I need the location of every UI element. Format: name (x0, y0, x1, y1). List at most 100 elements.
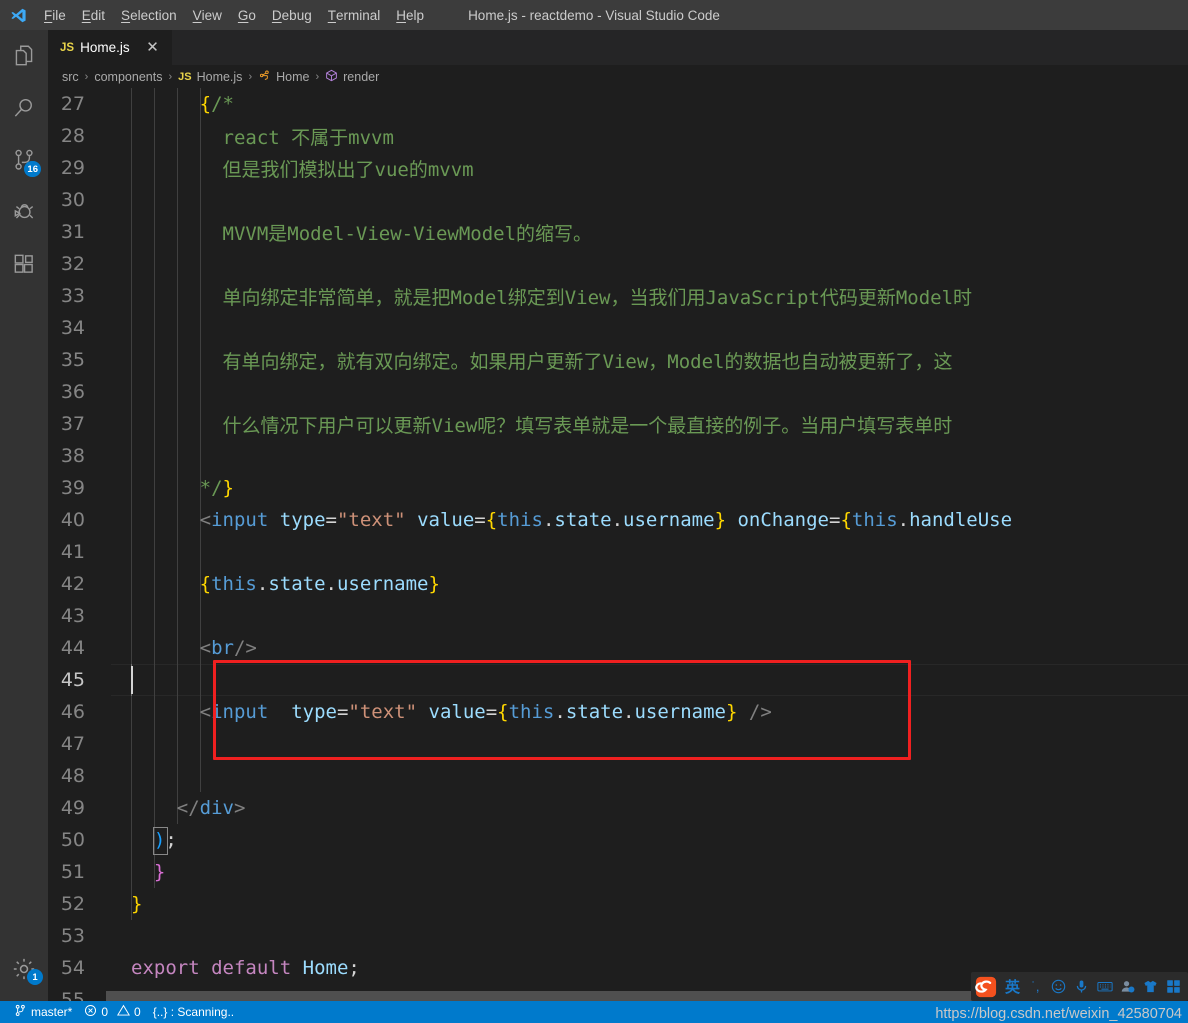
code-line[interactable]: 51 } (48, 856, 1188, 888)
code-text: <br/> (111, 637, 257, 659)
code-line-content[interactable] (111, 664, 1188, 696)
code-line[interactable]: 38 (48, 440, 1188, 472)
code-line-content[interactable]: 什么情况下用户可以更新View呢？填写表单就是一个最直接的例子。当用户填写表单时 (111, 408, 1188, 440)
code-line-content[interactable] (111, 728, 1188, 760)
code-line-content[interactable]: 单向绑定非常简单，就是把Model绑定到View，当我们用JavaScript代… (111, 280, 1188, 312)
menu-help[interactable]: Help (388, 0, 432, 30)
punctuation-toggle-icon[interactable]: ˙, (1025, 972, 1046, 1001)
code-token: 什么情况下用户可以更新View呢？填写表单就是一个最直接的例子。当用户填写表单时 (131, 414, 953, 437)
code-line[interactable]: 35 有单向绑定，就有双向绑定。如果用户更新了View，Model的数据也自动被… (48, 344, 1188, 376)
code-line-content[interactable] (111, 600, 1188, 632)
code-line-content[interactable]: ); (111, 824, 1188, 856)
breadcrumb-item-components[interactable]: components (94, 70, 162, 84)
code-line-content[interactable]: 有单向绑定，就有双向绑定。如果用户更新了View，Model的数据也自动被更新了… (111, 344, 1188, 376)
voice-input-icon[interactable] (1071, 972, 1092, 1001)
code-line-content[interactable]: </div> (111, 792, 1188, 824)
code-line-content[interactable]: {this.state.username} (111, 568, 1188, 600)
line-number: 32 (60, 253, 85, 275)
explorer-icon (11, 43, 37, 69)
menu-debug[interactable]: Debug (264, 0, 320, 30)
code-line[interactable]: 47 (48, 728, 1188, 760)
code-line[interactable]: 34 (48, 312, 1188, 344)
status-branch[interactable]: master* (8, 1001, 78, 1023)
soft-keyboard-icon[interactable] (1094, 972, 1115, 1001)
code-line-content[interactable]: react 不属于mvvm (111, 120, 1188, 152)
code-line-content[interactable]: } (111, 888, 1188, 920)
sidebar-item-extensions[interactable] (0, 238, 48, 290)
code-line[interactable]: 27 {/* (48, 88, 1188, 120)
sidebar-item-search[interactable] (0, 82, 48, 134)
toolbox-icon[interactable] (1163, 972, 1184, 1001)
code-line[interactable]: 48 (48, 760, 1188, 792)
menu-terminal[interactable]: Terminal (320, 0, 389, 30)
user-account-icon[interactable] (1117, 972, 1138, 1001)
code-line-content[interactable] (111, 536, 1188, 568)
code-line-content[interactable]: <br/> (111, 632, 1188, 664)
code-line-content[interactable]: {/* (111, 88, 1188, 120)
code-line[interactable]: 52} (48, 888, 1188, 920)
code-line[interactable]: 43 (48, 600, 1188, 632)
sidebar-item-settings[interactable]: 1 (0, 943, 48, 995)
code-line-content[interactable]: <input type="text" value={this.state.use… (111, 696, 1188, 728)
breadcrumb-item-render-method[interactable]: render (325, 69, 379, 85)
status-problems[interactable]: 0 0 (78, 1001, 146, 1023)
sidebar-item-explorer[interactable] (0, 30, 48, 82)
code-token: } (428, 573, 440, 595)
menu-label: erminal (335, 7, 381, 23)
code-line-content[interactable] (111, 760, 1188, 792)
breadcrumb-item-home-class[interactable]: Home (258, 69, 309, 85)
code-line[interactable]: 29 但是我们模拟出了vue的mvvm (48, 152, 1188, 184)
code-line[interactable]: 41 (48, 536, 1188, 568)
code-line[interactable]: 28 react 不属于mvvm (48, 120, 1188, 152)
code-line[interactable]: 36 (48, 376, 1188, 408)
code-line[interactable]: 44 <br/> (48, 632, 1188, 664)
code-line[interactable]: 46 <input type="text" value={this.state.… (48, 696, 1188, 728)
code-line[interactable]: 45 (48, 664, 1188, 696)
close-icon[interactable]: ✕ (144, 40, 162, 55)
code-line-content[interactable] (111, 184, 1188, 216)
code-editor[interactable]: 27 {/* 28 react 不属于mvvm 29 但是我们模拟出了vue的mvv… (48, 88, 1188, 1001)
menu-edit[interactable]: Edit (74, 0, 113, 30)
code-line[interactable]: 53 (48, 920, 1188, 952)
code-line-content[interactable]: } (111, 856, 1188, 888)
code-line[interactable]: 39 */} (48, 472, 1188, 504)
tab-home-js[interactable]: JS Home.js ✕ (48, 30, 173, 65)
code-line-content[interactable] (111, 312, 1188, 344)
code-line-content[interactable]: */} (111, 472, 1188, 504)
emoji-icon[interactable] (1048, 972, 1069, 1001)
code-line-content[interactable] (111, 920, 1188, 952)
skin-icon[interactable] (1140, 972, 1161, 1001)
code-line[interactable]: 49 </div> (48, 792, 1188, 824)
code-line[interactable]: 30 (48, 184, 1188, 216)
breadcrumb-item-src[interactable]: src (62, 70, 79, 84)
line-number: 43 (60, 605, 85, 627)
code-line[interactable]: 40 <input type="text" value={this.state.… (48, 504, 1188, 536)
menu-view[interactable]: View (185, 0, 230, 30)
code-line[interactable]: 50 ); (48, 824, 1188, 856)
status-bar: master* 0 0 {..} : Scanning.. (0, 1001, 1188, 1023)
sogou-logo-icon[interactable] (971, 972, 1000, 1001)
code-line[interactable]: 37 什么情况下用户可以更新View呢？填写表单就是一个最直接的例子。当用户填写… (48, 408, 1188, 440)
line-number: 40 (60, 509, 85, 531)
status-scanning[interactable]: {..} : Scanning.. (147, 1001, 240, 1023)
code-token: Home (302, 957, 349, 979)
menu-go[interactable]: Go (230, 0, 264, 30)
code-line-content[interactable]: MVVM是Model-View-ViewModel的缩写。 (111, 216, 1188, 248)
menu-selection[interactable]: Selection (113, 0, 185, 30)
code-lines[interactable]: 27 {/* 28 react 不属于mvvm 29 但是我们模拟出了vue的mvv… (48, 88, 1188, 1001)
code-line[interactable]: 33 单向绑定非常简单，就是把Model绑定到View，当我们用JavaScri… (48, 280, 1188, 312)
code-line-content[interactable] (111, 376, 1188, 408)
indent-guides (111, 760, 1188, 792)
code-line-content[interactable]: <input type="text" value={this.state.use… (111, 504, 1188, 536)
code-line-content[interactable] (111, 248, 1188, 280)
breadcrumb-item-home-js[interactable]: JS Home.js (178, 70, 242, 84)
sidebar-item-source-control[interactable]: 16 (0, 134, 48, 186)
ime-language-mode[interactable]: 英 (1002, 972, 1023, 1001)
code-line[interactable]: 32 (48, 248, 1188, 280)
code-line[interactable]: 31 MVVM是Model-View-ViewModel的缩写。 (48, 216, 1188, 248)
code-line-content[interactable]: 但是我们模拟出了vue的mvvm (111, 152, 1188, 184)
code-line-content[interactable] (111, 440, 1188, 472)
menu-file[interactable]: File (36, 0, 74, 30)
sidebar-item-debug[interactable] (0, 186, 48, 238)
code-line[interactable]: 42 {this.state.username} (48, 568, 1188, 600)
